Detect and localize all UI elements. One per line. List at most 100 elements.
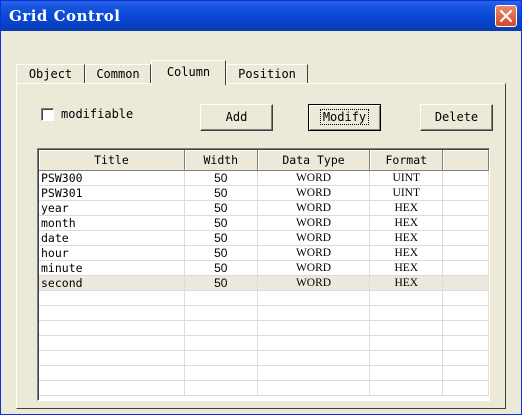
cell-empty [39,290,185,306]
column-header-width[interactable]: Width [184,150,258,171]
cell-width: 50 [184,230,258,246]
cell-empty [39,365,185,381]
cell-format: HEX [369,245,444,261]
column-header-empty [442,150,489,171]
cell-empty [442,185,489,201]
modifiable-label: modifiable [61,107,134,121]
cell-empty [442,320,489,336]
cell-title: year [39,200,185,216]
cell-empty [257,350,371,366]
cell-empty [39,380,185,396]
delete-button[interactable]: Delete [420,104,493,131]
cell-empty [442,215,489,231]
cell-empty [257,290,371,306]
empty-row [39,305,489,321]
title-bar[interactable]: Grid Control [1,1,521,31]
cell-title: date [39,230,185,246]
cell-empty [257,335,371,351]
table-row[interactable]: date 50 WORD HEX [39,230,489,246]
cell-empty [184,320,258,336]
cell-format: HEX [369,260,444,276]
cell-width: 50 [184,185,258,201]
cell-width: 50 [184,275,258,291]
column-grid[interactable]: Title Width Data Type Format PSW300 50 WOR… [37,148,490,401]
column-header-title[interactable]: Title [39,150,185,171]
add-button[interactable]: Add [200,104,273,131]
grid-header-row: Title Width Data Type Format [39,150,489,171]
window-title: Grid Control [9,7,121,25]
modify-button[interactable]: Modify [308,104,381,131]
cell-format: UINT [369,185,444,201]
cell-empty [369,380,444,396]
cell-format: HEX [369,230,444,246]
cell-title: minute [39,260,185,276]
cell-data-type: WORD [257,260,371,276]
cell-data-type: WORD [257,230,371,246]
table-row[interactable]: year 50 WORD HEX [39,200,489,216]
cell-empty [184,350,258,366]
close-button[interactable] [495,5,517,27]
close-icon [500,10,512,22]
cell-empty [442,200,489,216]
cell-width: 50 [184,245,258,261]
add-button-label: Add [225,110,248,124]
table-row[interactable]: PSW300 50 WORD UINT [39,170,489,186]
cell-empty [39,335,185,351]
table-row[interactable]: hour 50 WORD HEX [39,245,489,261]
cell-data-type: WORD [257,200,371,216]
cell-empty [442,380,489,396]
cell-empty [442,230,489,246]
cell-title: PSW300 [39,170,185,186]
tab-common-label: Common [96,67,140,81]
cell-empty [442,350,489,366]
cell-format: HEX [369,215,444,231]
column-header-format[interactable]: Format [369,150,444,171]
cell-width: 50 [184,260,258,276]
modifiable-checkbox[interactable] [41,108,54,121]
table-row[interactable]: second 50 WORD HEX [39,275,489,291]
cell-empty [184,380,258,396]
cell-empty [39,350,185,366]
empty-row [39,350,489,366]
table-row[interactable]: PSW301 50 WORD UINT [39,185,489,201]
cell-empty [257,305,371,321]
tab-column[interactable]: Column [151,60,226,85]
tab-column-label: Column [166,65,211,79]
empty-row [39,380,489,396]
grid-body: PSW300 50 WORD UINT PSW301 50 WORD UINT year 50 WO… [39,170,489,396]
cell-empty [184,290,258,306]
cell-empty [369,305,444,321]
cell-width: 50 [184,170,258,186]
cell-empty [442,290,489,306]
empty-row [39,290,489,306]
tab-position[interactable]: Position [226,64,308,84]
delete-button-label: Delete [434,110,479,124]
cell-empty [442,245,489,261]
cell-format: HEX [369,200,444,216]
cell-empty [184,305,258,321]
cell-empty [442,260,489,276]
tab-object-label: Object [28,67,73,81]
cell-data-type: WORD [257,170,371,186]
cell-empty [369,350,444,366]
cell-data-type: WORD [257,245,371,261]
empty-row [39,365,489,381]
cell-empty [184,365,258,381]
cell-empty [442,305,489,321]
grid-control-dialog: Grid Control Object Common Column Positi… [0,0,522,415]
cell-title: second [39,275,185,291]
cell-empty [257,380,371,396]
cell-empty [369,365,444,381]
cell-empty [257,320,371,336]
cell-title: hour [39,245,185,261]
cell-empty [442,275,489,291]
column-header-data-type[interactable]: Data Type [257,150,371,171]
table-row[interactable]: minute 50 WORD HEX [39,260,489,276]
cell-format: HEX [369,275,444,291]
cell-title: PSW301 [39,185,185,201]
table-row[interactable]: month 50 WORD HEX [39,215,489,231]
tab-common[interactable]: Common [85,64,151,84]
cell-width: 50 [184,215,258,231]
cell-empty [39,305,185,321]
tab-object[interactable]: Object [16,64,85,84]
